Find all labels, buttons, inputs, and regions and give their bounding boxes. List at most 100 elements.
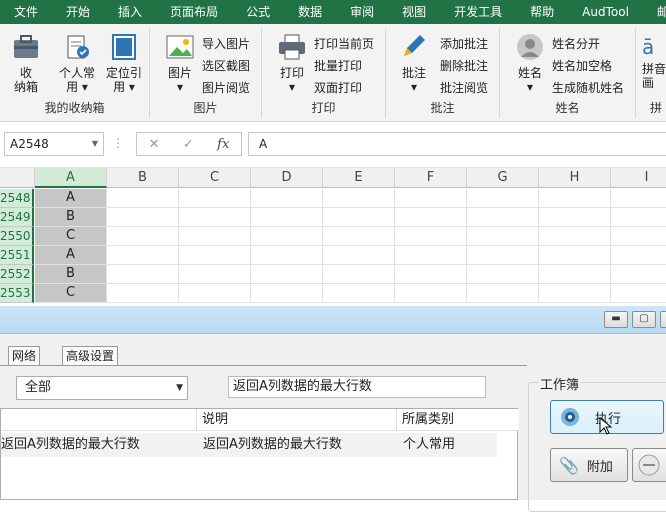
table-cell[interactable] xyxy=(395,246,467,265)
table-cell[interactable]: B xyxy=(35,208,107,227)
menu-item[interactable]: 公式 xyxy=(232,0,284,24)
table-cell[interactable] xyxy=(107,227,179,246)
picture-view-button[interactable]: 图片阅览 xyxy=(202,78,250,98)
table-cell[interactable] xyxy=(467,284,539,303)
description-field[interactable]: 返回A列数据的最大行数 xyxy=(228,376,486,398)
print-button[interactable]: 打印 ▾ xyxy=(272,32,312,94)
name-box[interactable]: A2548 ▼ xyxy=(4,132,104,156)
table-cell[interactable] xyxy=(539,284,611,303)
maximize-icon[interactable]: ▢ xyxy=(632,311,656,328)
table-cell[interactable]: A xyxy=(35,189,107,208)
menu-item[interactable]: 插入 xyxy=(104,0,156,24)
column-header[interactable]: E xyxy=(323,168,395,188)
table-cell[interactable] xyxy=(323,246,395,265)
table-cell[interactable] xyxy=(467,265,539,284)
table-cell[interactable] xyxy=(251,246,323,265)
table-cell[interactable] xyxy=(539,265,611,284)
execute-button[interactable]: 执行 xyxy=(550,400,664,435)
row-header[interactable]: 2551 xyxy=(0,246,34,265)
row-header[interactable]: 2553 xyxy=(0,284,34,303)
duplex-print-button[interactable]: 双面打印 xyxy=(314,78,362,98)
table-cell[interactable] xyxy=(107,246,179,265)
table-cell[interactable] xyxy=(179,246,251,265)
comment-button[interactable]: 批注 ▾ xyxy=(394,32,434,94)
fx-icon[interactable]: fx xyxy=(217,137,229,152)
table-cell[interactable] xyxy=(611,227,666,246)
drag-handle-icon[interactable]: ⋮ xyxy=(112,136,124,150)
table-cell[interactable] xyxy=(107,284,179,303)
storage-button[interactable]: 收 纳箱 xyxy=(6,32,46,94)
table-cell[interactable] xyxy=(395,284,467,303)
table-cell[interactable] xyxy=(107,208,179,227)
table-cell[interactable] xyxy=(611,246,666,265)
attach-button[interactable]: 📎 附加 xyxy=(550,448,628,482)
table-cell[interactable] xyxy=(467,246,539,265)
table-cell[interactable] xyxy=(539,246,611,265)
table-cell[interactable] xyxy=(251,227,323,246)
table-cell[interactable]: C xyxy=(35,284,107,303)
table-cell[interactable] xyxy=(323,265,395,284)
list-header-category[interactable]: 所属类别 xyxy=(397,409,519,431)
table-cell[interactable] xyxy=(395,208,467,227)
table-cell[interactable] xyxy=(251,189,323,208)
tab-network[interactable]: 网络 xyxy=(8,346,41,366)
menu-item[interactable]: 页面布局 xyxy=(156,0,232,24)
table-cell[interactable] xyxy=(539,189,611,208)
list-header-name[interactable] xyxy=(1,409,197,431)
table-cell[interactable] xyxy=(467,189,539,208)
close-icon[interactable]: ✕ xyxy=(660,311,666,328)
table-cell[interactable] xyxy=(323,189,395,208)
table-cell[interactable] xyxy=(251,265,323,284)
category-select[interactable]: 全部 ▼ xyxy=(16,376,188,400)
menu-item[interactable]: 视图 xyxy=(388,0,440,24)
table-cell[interactable] xyxy=(395,227,467,246)
column-header[interactable]: H xyxy=(539,168,611,188)
delete-comment-button[interactable]: 删除批注 xyxy=(440,56,488,76)
print-current-page-button[interactable]: 打印当前页 xyxy=(314,34,374,54)
menu-item[interactable]: 邮 xyxy=(643,0,666,24)
view-comment-button[interactable]: 批注阅览 xyxy=(440,78,488,98)
menu-item[interactable]: AudTool xyxy=(568,0,643,24)
table-cell[interactable] xyxy=(611,284,666,303)
table-cell[interactable] xyxy=(179,208,251,227)
table-cell[interactable] xyxy=(539,227,611,246)
minimize-icon[interactable]: ▬ xyxy=(604,311,628,328)
menu-item[interactable]: 文件 xyxy=(0,0,52,24)
row-header[interactable]: 2548 xyxy=(0,189,34,208)
name-add-space-button[interactable]: 姓名加空格 xyxy=(552,56,612,76)
row-header[interactable]: 2549 xyxy=(0,208,34,227)
list-header-desc[interactable]: 说明 xyxy=(197,409,397,431)
split-name-button[interactable]: 姓名分开 xyxy=(552,34,600,54)
table-cell[interactable] xyxy=(251,284,323,303)
column-header[interactable]: G xyxy=(467,168,539,188)
table-cell[interactable] xyxy=(395,189,467,208)
personal-common-button[interactable]: 个人常 用 ▾ xyxy=(54,32,100,94)
table-cell[interactable] xyxy=(179,227,251,246)
menu-item[interactable]: 开发工具 xyxy=(440,0,516,24)
table-cell[interactable] xyxy=(467,208,539,227)
table-cell[interactable] xyxy=(611,265,666,284)
column-header[interactable]: I xyxy=(611,168,666,188)
import-picture-button[interactable]: 导入图片 xyxy=(202,34,250,54)
table-cell[interactable]: C xyxy=(35,227,107,246)
column-header[interactable]: B xyxy=(107,168,179,188)
formula-input[interactable]: A xyxy=(248,132,666,156)
menu-item[interactable]: 数据 xyxy=(284,0,336,24)
region-screenshot-button[interactable]: 选区截图 xyxy=(202,56,250,76)
cancel-icon[interactable]: ✕ xyxy=(149,137,160,152)
remove-button[interactable] xyxy=(632,448,666,482)
random-name-button[interactable]: 生成随机姓名 xyxy=(552,78,624,98)
table-cell[interactable] xyxy=(323,227,395,246)
table-cell[interactable] xyxy=(611,208,666,227)
confirm-icon[interactable]: ✓ xyxy=(183,137,194,152)
table-cell[interactable] xyxy=(107,189,179,208)
table-cell[interactable] xyxy=(467,227,539,246)
table-cell[interactable] xyxy=(179,284,251,303)
table-cell[interactable] xyxy=(395,265,467,284)
table-cell[interactable] xyxy=(107,265,179,284)
table-cell[interactable] xyxy=(323,208,395,227)
row-header[interactable]: 2552 xyxy=(0,265,34,284)
name-button[interactable]: 姓名 ▾ xyxy=(510,32,550,94)
locate-reference-button[interactable]: 定位引 用 ▾ xyxy=(102,32,146,94)
table-cell[interactable] xyxy=(539,208,611,227)
